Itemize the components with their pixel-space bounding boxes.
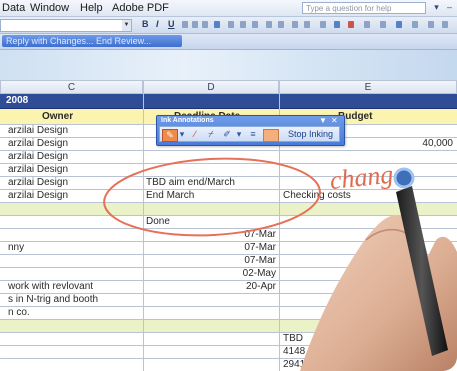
color-dropdown-icon[interactable]: ▾: [235, 129, 243, 140]
select-icon[interactable]: ✐: [220, 129, 234, 140]
pen-dropdown-icon[interactable]: ▾: [178, 129, 186, 140]
hand-with-pen: [300, 167, 457, 371]
eraser-icon[interactable]: ⌿: [204, 129, 218, 140]
pen-tool-icon[interactable]: ✎: [162, 129, 178, 142]
highlighter-icon[interactable]: ⁄: [188, 129, 202, 140]
toolbar-options-icon[interactable]: ▼: [319, 116, 327, 125]
screen: Data Window Help Adobe PDF Type a questi…: [0, 0, 457, 371]
pen-tip-icon: [393, 167, 415, 189]
line-style-icon[interactable]: ≡: [246, 129, 260, 140]
stop-inking-button[interactable]: Stop Inking: [283, 128, 338, 140]
ink-color-icon[interactable]: [263, 129, 279, 142]
ink-toolbar-body: ✎ ▾ ⁄ ⌿ ✐ ▾ ≡ Stop Inking: [159, 126, 340, 142]
ink-toolbar-title: Ink Annotations: [161, 117, 214, 124]
close-icon[interactable]: ✕: [331, 116, 338, 125]
ink-annotations-toolbar: Ink Annotations ▼ ✕ ✎ ▾ ⁄ ⌿ ✐ ▾ ≡ Stop I…: [156, 115, 345, 146]
